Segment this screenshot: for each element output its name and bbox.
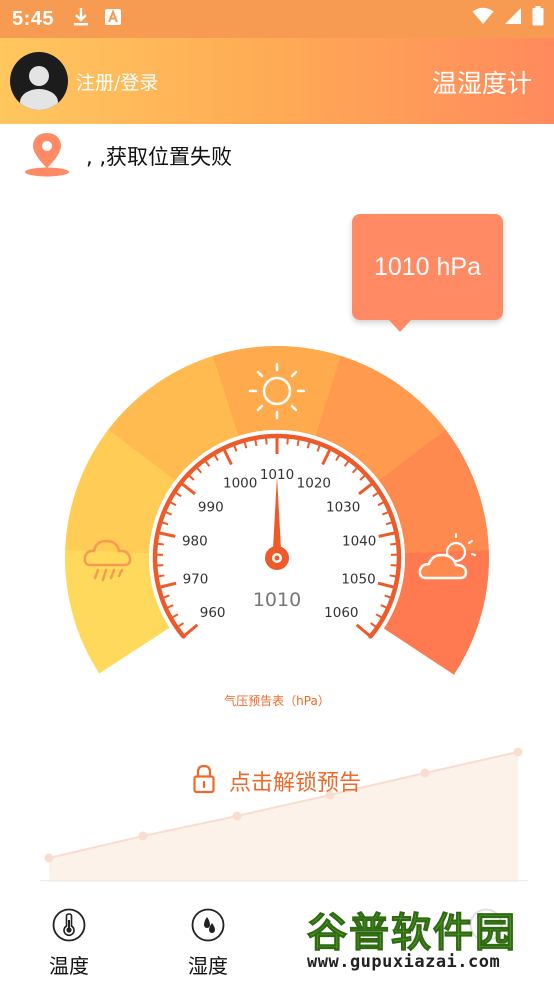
minor-tick xyxy=(296,437,301,447)
minor-tick xyxy=(286,436,290,445)
thermometer-icon xyxy=(52,908,86,946)
minor-tick xyxy=(390,542,399,546)
status-time: 5:45 xyxy=(12,7,55,30)
minor-tick xyxy=(389,574,398,578)
gauge-scale-label: 1060 xyxy=(324,605,358,621)
gauge-scale-label: 970 xyxy=(183,571,209,587)
minor-tick xyxy=(155,542,164,546)
gauge-scale-label: 960 xyxy=(200,605,226,621)
forecast-chart-placeholder[interactable] xyxy=(40,740,530,882)
app-a-icon xyxy=(104,8,122,30)
watermark-url: www.gupuxiazai.com xyxy=(307,952,501,972)
location-pin-icon xyxy=(24,131,70,181)
gauge-scale-label: 1020 xyxy=(297,476,331,492)
avatar[interactable] xyxy=(10,52,68,110)
needle-hub-dot xyxy=(274,555,280,561)
pressure-value-tooltip: 1010 hPa xyxy=(352,214,503,332)
gauge-scale-label: 1030 xyxy=(326,499,360,515)
gauge-caption: 气压预告表（hPa） xyxy=(224,694,330,708)
nav-temperature[interactable]: 温度 xyxy=(29,908,109,979)
minor-tick xyxy=(390,564,399,567)
login-register-link[interactable]: 注册/登录 xyxy=(76,68,158,95)
gauge-scale-label: 980 xyxy=(182,534,208,550)
nav-temperature-label: 温度 xyxy=(49,954,89,978)
nav-humidity[interactable]: 湿度 xyxy=(168,908,248,979)
unlock-forecast-label: 点击解锁预告 xyxy=(228,771,361,796)
watermark: 谷普软件园 www.gupuxiazai.com xyxy=(303,896,554,982)
minor-tick xyxy=(155,564,164,567)
user-silhouette-icon xyxy=(20,66,58,110)
divider xyxy=(40,880,528,881)
battery-icon xyxy=(532,6,544,30)
nav-humidity-label: 湿度 xyxy=(188,954,228,978)
location-row[interactable]: , ,获取位置失败 xyxy=(24,132,232,180)
wifi-icon xyxy=(472,7,494,29)
signal-icon xyxy=(504,7,522,29)
pressure-value-text: 1010 hPa xyxy=(373,252,482,281)
app-header: 注册/登录 温湿度计 xyxy=(0,38,554,124)
watermark-brand: 谷普软件园 xyxy=(307,910,517,957)
pressure-gauge: 960 970 980 990 1000 1010 1020 1030 1040 1050 1060… xyxy=(65,346,489,686)
gauge-scale-label: 990 xyxy=(198,499,224,515)
minor-tick xyxy=(264,436,268,445)
minor-tick xyxy=(156,574,165,578)
gauge-center-readout: 1010 xyxy=(253,589,301,611)
status-bar: 5:45 xyxy=(0,0,554,38)
lock-icon xyxy=(193,764,215,798)
gauge-scale-label: 1040 xyxy=(342,534,376,550)
unlock-forecast-button[interactable]: 点击解锁预告 xyxy=(0,764,554,798)
minor-tick xyxy=(253,437,258,447)
location-status-text: , ,获取位置失败 xyxy=(86,145,233,169)
gauge-scale-label: 1000 xyxy=(223,476,257,492)
droplet-icon xyxy=(191,908,225,946)
download-icon xyxy=(72,7,90,31)
app-title: 温湿度计 xyxy=(431,69,532,98)
gauge-scale-label: 1050 xyxy=(341,571,375,587)
